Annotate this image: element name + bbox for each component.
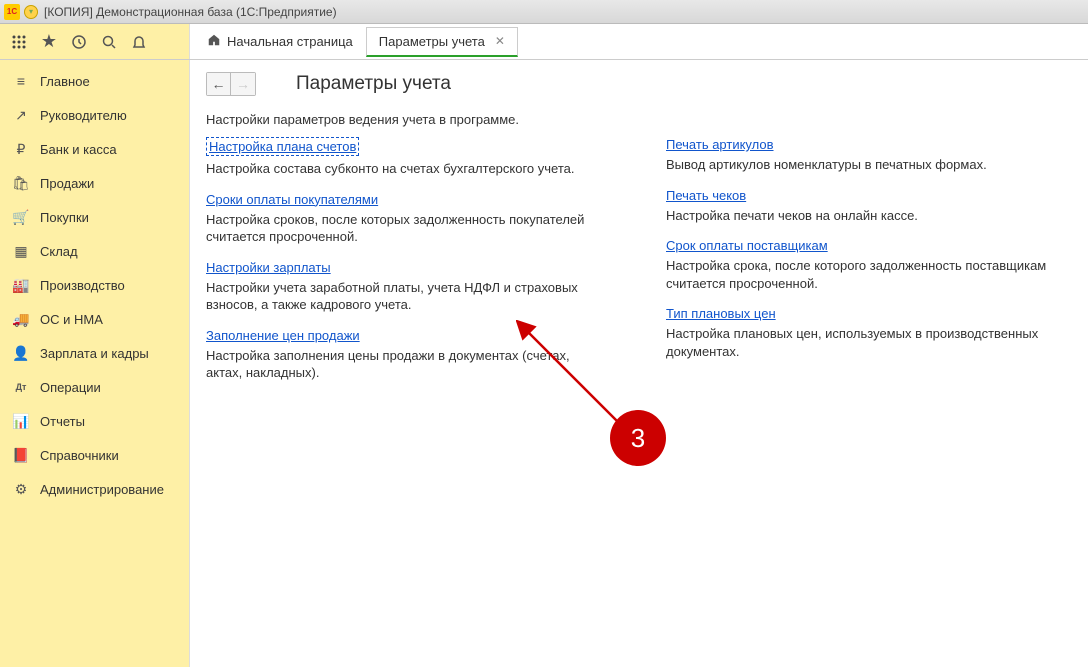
person-icon: 👤 (12, 344, 30, 362)
page-header: ← → Параметры учета (206, 72, 1072, 96)
trend-icon: ↗ (12, 106, 30, 124)
intro-text: Настройки параметров ведения учета в про… (206, 112, 1072, 127)
settings-left-column: Настройка плана счетов Настройка состава… (206, 137, 606, 396)
sidebar-item-warehouse[interactable]: ▦ Склад (0, 234, 189, 268)
setting-tip-cen: Тип плановых цен Настройка плановых цен,… (666, 306, 1066, 360)
sidebar-item-label: Банк и касса (40, 142, 117, 157)
link-zarplata[interactable]: Настройки зарплаты (206, 260, 331, 275)
desc-pechat-artikulov: Вывод артикулов номенклатуры в печатных … (666, 156, 1066, 174)
cart-icon: 🛒 (12, 208, 30, 226)
grid-icon: ▦ (12, 242, 30, 260)
tabs-area: Начальная страница Параметры учета ✕ (190, 24, 1088, 59)
sidebar-item-label: Покупки (40, 210, 89, 225)
setting-pechat-chekov: Печать чеков Настройка печати чеков на о… (666, 188, 1066, 225)
tab-home-label: Начальная страница (227, 34, 353, 49)
menu-icon: ≡ (12, 72, 30, 90)
ruble-icon: ₽ (12, 140, 30, 158)
desc-zarplata: Настройки учета заработной платы, учета … (206, 279, 606, 314)
nav-forward-button[interactable]: → (231, 73, 255, 95)
desc-tip-cen: Настройка плановых цен, используемых в п… (666, 325, 1066, 360)
settings-columns: Настройка плана счетов Настройка состава… (206, 137, 1072, 396)
sidebar-item-label: Справочники (40, 448, 119, 463)
desc-sroki-oplaty: Настройка сроков, после которых задолжен… (206, 211, 606, 246)
toolbar: ★ Начальная страница Параметры учета ✕ (0, 24, 1088, 60)
toolbar-left: ★ (0, 24, 190, 59)
page-title: Параметры учета (296, 73, 451, 95)
sidebar-item-label: Зарплата и кадры (40, 346, 149, 361)
setting-pechat-artikulov: Печать артикулов Вывод артикулов номенкл… (666, 137, 1066, 174)
chart-icon: 📊 (12, 412, 30, 430)
desc-pechat-chekov: Настройка печати чеков на онлайн кассе. (666, 207, 1066, 225)
truck-icon: 🚚 (12, 310, 30, 328)
apps-icon[interactable] (4, 27, 34, 57)
link-ceny-prodazhi[interactable]: Заполнение цен продажи (206, 328, 360, 343)
window-title: [КОПИЯ] Демонстрационная база (1С:Предпр… (44, 5, 337, 19)
sidebar-item-label: Производство (40, 278, 125, 293)
link-sroki-oplaty[interactable]: Сроки оплаты покупателями (206, 192, 378, 207)
sidebar-item-production[interactable]: 🏭 Производство (0, 268, 189, 302)
home-icon (207, 33, 221, 50)
link-srok-postavshikam[interactable]: Срок оплаты поставщикам (666, 238, 828, 253)
nav-back-button[interactable]: ← (207, 73, 231, 95)
sidebar-item-operations[interactable]: Дт Операции (0, 370, 189, 404)
setting-sroki-oplaty: Сроки оплаты покупателями Настройка срок… (206, 192, 606, 246)
sidebar-item-salary[interactable]: 👤 Зарплата и кадры (0, 336, 189, 370)
sidebar-item-label: ОС и НМА (40, 312, 103, 327)
tab-home[interactable]: Начальная страница (194, 26, 366, 57)
sidebar: ≡ Главное ↗ Руководителю ₽ Банк и касса … (0, 60, 190, 667)
settings-right-column: Печать артикулов Вывод артикулов номенкл… (666, 137, 1066, 396)
favorites-icon[interactable]: ★ (34, 27, 64, 57)
book-icon: 📕 (12, 446, 30, 464)
link-pechat-chekov[interactable]: Печать чеков (666, 188, 746, 203)
sidebar-item-label: Администрирование (40, 482, 164, 497)
main: ≡ Главное ↗ Руководителю ₽ Банк и касса … (0, 60, 1088, 667)
sidebar-item-label: Склад (40, 244, 78, 259)
tab-parameters-label: Параметры учета (379, 34, 485, 49)
notifications-icon[interactable] (124, 27, 154, 57)
sidebar-item-reports[interactable]: 📊 Отчеты (0, 404, 189, 438)
gear-icon: ⚙ (12, 480, 30, 498)
sidebar-item-main[interactable]: ≡ Главное (0, 64, 189, 98)
sidebar-item-label: Операции (40, 380, 101, 395)
sidebar-item-label: Продажи (40, 176, 94, 191)
titlebar: 1C ▾ [КОПИЯ] Демонстрационная база (1С:П… (0, 0, 1088, 24)
bag-icon: 🛍 (12, 174, 30, 192)
setting-plan-schetov: Настройка плана счетов Настройка состава… (206, 137, 606, 178)
setting-ceny-prodazhi: Заполнение цен продажи Настройка заполне… (206, 328, 606, 382)
sidebar-item-label: Руководителю (40, 108, 127, 123)
app-logo-icon: 1C (4, 4, 20, 20)
sidebar-item-directories[interactable]: 📕 Справочники (0, 438, 189, 472)
sidebar-item-purchases[interactable]: 🛒 Покупки (0, 200, 189, 234)
sidebar-item-assets[interactable]: 🚚 ОС и НМА (0, 302, 189, 336)
content: ← → Параметры учета Настройки параметров… (190, 60, 1088, 667)
link-plan-schetov[interactable]: Настройка плана счетов (206, 137, 359, 156)
search-icon[interactable] (94, 27, 124, 57)
desc-ceny-prodazhi: Настройка заполнения цены продажи в доку… (206, 347, 606, 382)
factory-icon: 🏭 (12, 276, 30, 294)
sidebar-item-label: Главное (40, 74, 90, 89)
link-pechat-artikulov[interactable]: Печать артикулов (666, 137, 774, 152)
sidebar-item-label: Отчеты (40, 414, 85, 429)
link-tip-cen[interactable]: Тип плановых цен (666, 306, 776, 321)
history-icon[interactable] (64, 27, 94, 57)
desc-srok-postavshikam: Настройка срока, после которого задолжен… (666, 257, 1066, 292)
nav-buttons: ← → (206, 72, 256, 96)
sidebar-item-admin[interactable]: ⚙ Администрирование (0, 472, 189, 506)
tab-close-icon[interactable]: ✕ (495, 34, 505, 48)
dropdown-icon[interactable]: ▾ (24, 5, 38, 19)
annotation-badge: 3 (610, 410, 666, 466)
desc-plan-schetov: Настройка состава субконто на счетах бух… (206, 160, 606, 178)
setting-zarplata: Настройки зарплаты Настройки учета зараб… (206, 260, 606, 314)
debit-credit-icon: Дт (12, 378, 30, 396)
annotation-number: 3 (631, 423, 645, 454)
sidebar-item-manager[interactable]: ↗ Руководителю (0, 98, 189, 132)
sidebar-item-sales[interactable]: 🛍 Продажи (0, 166, 189, 200)
setting-srok-postavshikam: Срок оплаты поставщикам Настройка срока,… (666, 238, 1066, 292)
sidebar-item-bank[interactable]: ₽ Банк и касса (0, 132, 189, 166)
tab-parameters[interactable]: Параметры учета ✕ (366, 27, 518, 57)
